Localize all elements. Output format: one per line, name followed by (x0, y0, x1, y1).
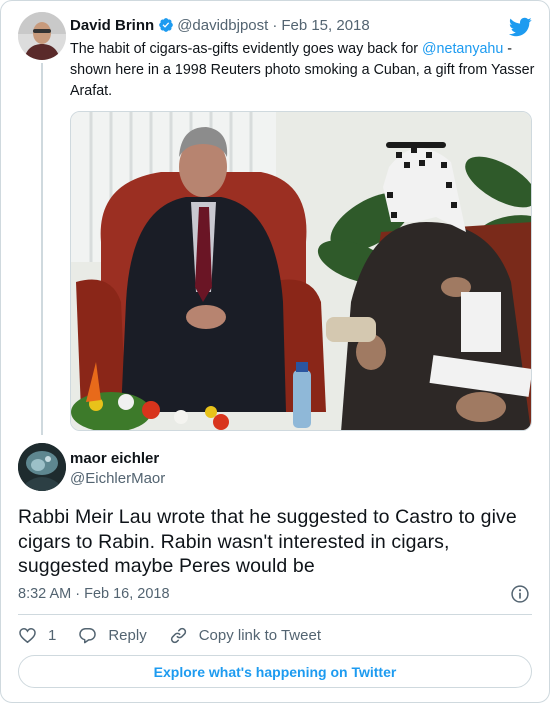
embedded-tweet-card: David Brinn @davidbjpost · Feb 15, 2018 The… (0, 0, 550, 703)
twitter-bird-icon[interactable] (508, 15, 532, 39)
tweet-actions: 1 Reply Copy link to Tweet (18, 624, 343, 646)
quoted-tweet-date[interactable]: Feb 15, 2018 (281, 17, 369, 34)
avatar[interactable] (18, 12, 66, 60)
explore-twitter-button[interactable]: Explore what's happening on Twitter (18, 655, 532, 688)
link-icon (170, 627, 186, 643)
explore-label: Explore what's happening on Twitter (153, 663, 397, 680)
author-handle[interactable]: @davidbjpost (177, 17, 268, 34)
reply-label: Reply (108, 626, 147, 644)
like-count: 1 (48, 626, 57, 644)
tweet-timestamp[interactable]: 8:32 AM · Feb 16, 2018 (18, 584, 170, 604)
copy-link-button[interactable]: Copy link to Tweet (169, 626, 321, 645)
reply-icon (79, 627, 97, 643)
divider (18, 614, 532, 615)
author-handle[interactable]: @EichlerMaor (70, 469, 165, 489)
verified-badge-icon (159, 18, 174, 32)
quoted-text-part: The habit of cigars-as-gifts evidently g… (70, 41, 423, 57)
separator: · (272, 17, 278, 34)
like-button[interactable]: 1 (18, 626, 56, 645)
heart-icon (19, 627, 36, 643)
mention-link[interactable]: @netanyahu (422, 41, 503, 57)
author-name[interactable]: David Brinn (70, 17, 154, 34)
info-icon[interactable] (510, 584, 530, 604)
author-name[interactable]: maor eichler (70, 449, 159, 469)
tweet-text: Rabbi Meir Lau wrote that he suggested t… (18, 506, 517, 577)
tweet-photo[interactable] (70, 111, 532, 431)
copy-link-label: Copy link to Tweet (198, 626, 321, 644)
reply-button[interactable]: Reply (78, 626, 147, 645)
quoted-tweet-header: David Brinn @davidbjpost · Feb 15, 2018 (70, 16, 370, 36)
quoted-tweet-text: The habit of cigars-as-gifts evidently g… (70, 39, 540, 102)
avatar[interactable] (18, 443, 66, 491)
quoted-tweet[interactable]: David Brinn @davidbjpost · Feb 15, 2018 The… (1, 1, 549, 441)
thread-line (41, 63, 43, 435)
